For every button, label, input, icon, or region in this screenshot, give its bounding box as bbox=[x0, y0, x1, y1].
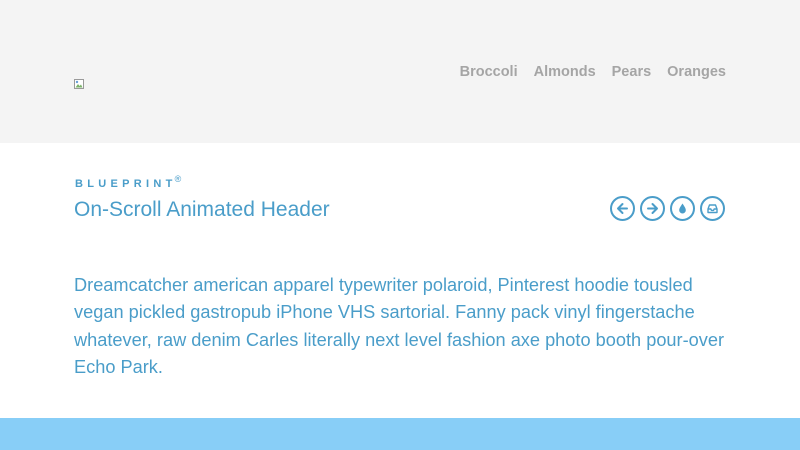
brand-row: BLUEPRINT ® bbox=[75, 174, 182, 192]
broken-image-logo-icon[interactable] bbox=[74, 76, 84, 89]
nav-link-broccoli[interactable]: Broccoli bbox=[460, 63, 518, 81]
broken-image-logo-icon-graphic bbox=[74, 79, 84, 89]
drop-button[interactable] bbox=[670, 196, 695, 221]
nav-link-pears[interactable]: Pears bbox=[612, 63, 652, 81]
nav-link-almonds[interactable]: Almonds bbox=[534, 63, 596, 81]
page: Broccoli Almonds Pears Oranges BLUEPRINT… bbox=[0, 0, 800, 450]
previous-button[interactable] bbox=[610, 196, 635, 221]
archive-button[interactable] bbox=[700, 196, 725, 221]
nav-link-oranges[interactable]: Oranges bbox=[667, 63, 726, 81]
brand-name: BLUEPRINT bbox=[75, 178, 177, 190]
page-title: On-Scroll Animated Header bbox=[74, 198, 330, 221]
intro-paragraph: Dreamcatcher american apparel typewriter… bbox=[74, 275, 725, 377]
archive-icon bbox=[707, 204, 718, 214]
drop-icon bbox=[679, 203, 686, 214]
main-nav: Broccoli Almonds Pears Oranges bbox=[460, 63, 726, 81]
arrow-right-icon bbox=[647, 203, 658, 214]
icon-bar bbox=[610, 196, 725, 221]
footer-band bbox=[0, 418, 800, 450]
registered-mark: ® bbox=[174, 174, 182, 184]
site-header: Broccoli Almonds Pears Oranges bbox=[0, 0, 800, 143]
arrow-left-icon bbox=[617, 203, 628, 214]
next-button[interactable] bbox=[640, 196, 665, 221]
